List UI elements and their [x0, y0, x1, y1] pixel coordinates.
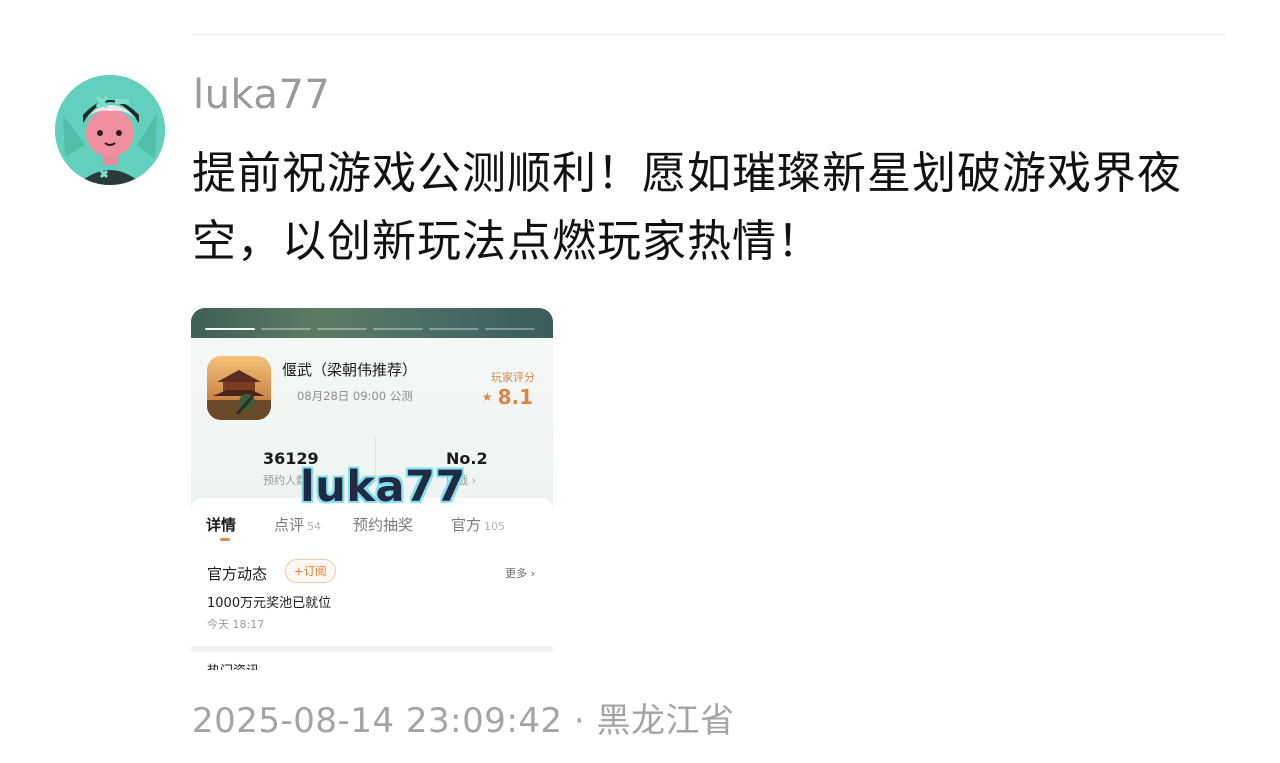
tab-reviews[interactable]: 点评 54 — [274, 514, 321, 535]
subscribe-button[interactable]: +订阅 — [285, 559, 336, 583]
avatar[interactable] — [55, 75, 165, 185]
news-section-title: 官方动态 — [207, 565, 268, 583]
game-icon — [207, 356, 271, 420]
rating: ★ 8.1 — [482, 385, 533, 409]
banner-image — [191, 308, 553, 338]
section-divider — [191, 646, 553, 652]
news-headline[interactable]: 1000万元奖池已就位 — [207, 592, 331, 611]
watermark: luka77 — [300, 462, 466, 512]
star-icon: ★ — [481, 390, 493, 404]
launch-date: 08月28日 09:00 公测 — [297, 389, 413, 403]
news-time: 今天 18:17 — [207, 618, 265, 631]
comment-text: 提前祝游戏公测顺利！愿如璀璨新星划破游戏界夜空，以创新玩法点燃玩家热情！ — [192, 148, 1182, 267]
tab-official[interactable]: 官方 105 — [451, 514, 505, 535]
tab-indicator — [220, 538, 230, 541]
tab-lottery[interactable]: 预约抽奖 — [353, 514, 413, 535]
comment-item: luka77 提前祝游戏公测顺利！愿如璀璨新星划破游戏界夜空，以创新玩法点燃玩家… — [0, 0, 1280, 763]
game-title: 偃武（梁朝伟推荐） — [282, 361, 418, 379]
username[interactable]: luka77 — [193, 72, 330, 118]
rating-label: 玩家评分 — [491, 371, 535, 384]
more-link[interactable]: 更多 › — [505, 565, 535, 581]
carousel-dots — [205, 328, 535, 330]
post-meta: 2025-08-14 23:09:42 · 黑龙江省 — [192, 701, 735, 741]
avatar-illustration — [55, 75, 165, 185]
tab-details[interactable]: 详情 — [206, 514, 236, 535]
rating-value: 8.1 — [497, 385, 533, 409]
divider — [192, 34, 1226, 35]
next-section-title: 热门资讯 — [207, 660, 259, 670]
